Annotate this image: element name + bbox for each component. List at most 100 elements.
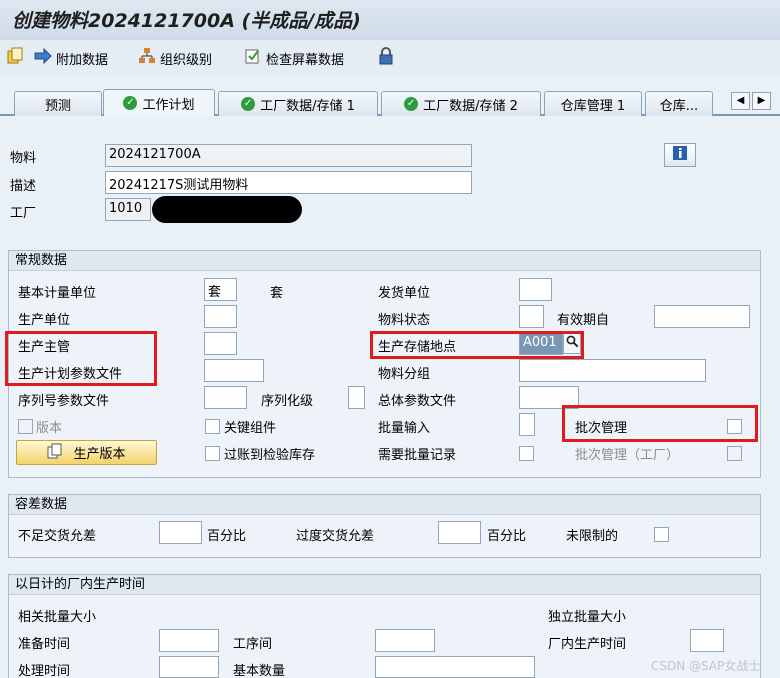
under-delivery-label: 不足交货允差 <box>18 529 97 544</box>
batch-record-label: 需要批量记录 <box>378 448 457 463</box>
over-delivery-field[interactable] <box>438 521 481 544</box>
lock-button[interactable] <box>377 47 395 69</box>
issue-unit-field[interactable] <box>519 278 552 301</box>
lot-dependent-label: 相关批量大小 <box>18 610 97 625</box>
unlimited-checkbox[interactable] <box>654 527 669 542</box>
pages-icon <box>47 443 63 463</box>
setup-time-field[interactable] <box>159 629 219 652</box>
tab-warehouse-more[interactable]: 仓库... <box>645 91 713 116</box>
description-field[interactable]: 20241217S测试用物料 <box>105 171 472 194</box>
material-group-label: 物料分组 <box>378 367 431 382</box>
batch-entry-label: 批量输入 <box>378 421 431 436</box>
tab-label: 仓库... <box>659 98 699 114</box>
serial-profile-label: 序列号参数文件 <box>18 394 110 409</box>
tab-label: 仓库管理 1 <box>560 98 626 114</box>
base-quantity-label: 基本数量 <box>233 664 286 678</box>
unlimited-label: 未限制的 <box>566 529 619 544</box>
description-label: 描述 <box>10 179 37 194</box>
version-label: 版本 <box>36 421 63 436</box>
check-screen-data-label: 检查屏幕数据 <box>266 52 345 68</box>
check-circle-icon: ✓ <box>404 97 419 111</box>
tab-plant-storage-2[interactable]: ✓ 工厂数据/存储 2 <box>381 91 541 116</box>
critical-part-checkbox[interactable] <box>205 419 220 434</box>
plant-field[interactable]: 1010 <box>105 198 151 221</box>
batch-entry-field[interactable] <box>519 413 535 436</box>
group-title: 常规数据 <box>9 251 760 271</box>
group-title: 以日计的厂内生产时间 <box>9 575 760 595</box>
prod-sched-profile-field[interactable] <box>204 359 264 382</box>
under-delivery-unit: 百分比 <box>207 529 247 544</box>
issue-unit-label: 发货单位 <box>378 286 431 301</box>
serialization-label: 序列化级 <box>261 394 314 409</box>
additional-data-button[interactable]: 附加数据 <box>34 47 108 69</box>
group-title: 容差数据 <box>9 495 760 515</box>
highlight-box <box>370 331 584 359</box>
processing-time-field[interactable] <box>159 656 219 678</box>
inhouse-prod-time-label: 厂内生产时间 <box>548 637 627 652</box>
org-levels-label: 组织级别 <box>160 52 213 68</box>
base-uom-field[interactable]: 套 <box>204 278 237 301</box>
serial-profile-field[interactable] <box>204 386 247 409</box>
watermark: CSDN @SAP女战士 <box>651 659 761 673</box>
post-to-inspection-label: 过账到检验库存 <box>224 448 316 463</box>
highlight-box <box>5 331 157 386</box>
org-levels-button[interactable]: 组织级别 <box>138 47 212 69</box>
triangle-right-icon: ▶ <box>757 95 766 106</box>
tab-plant-storage-1[interactable]: ✓ 工厂数据/存储 1 <box>218 91 378 116</box>
tolerance-data-group: 容差数据 <box>8 494 761 558</box>
batch-mgmt-plant-checkbox <box>727 446 742 461</box>
triangle-left-icon: ◀ <box>736 95 745 106</box>
redaction-mark <box>152 196 302 223</box>
material-status-field[interactable] <box>519 305 544 328</box>
over-delivery-unit: 百分比 <box>487 529 527 544</box>
post-to-inspection-checkbox[interactable] <box>205 446 220 461</box>
additional-data-label: 附加数据 <box>56 52 109 68</box>
prod-unit-field[interactable] <box>204 305 237 328</box>
plant-label: 工厂 <box>10 206 37 221</box>
base-quantity-field[interactable] <box>375 656 535 678</box>
check-icon <box>244 47 262 69</box>
tab-scroll-left-button[interactable]: ◀ <box>731 92 750 110</box>
valid-from-label: 有效期自 <box>557 313 610 328</box>
processing-time-label: 处理时间 <box>18 664 71 678</box>
batch-mgmt-plant-label: 批次管理（工厂） <box>575 448 680 463</box>
tab-warehouse-1[interactable]: 仓库管理 1 <box>544 91 642 116</box>
material-field[interactable]: 2024121700A <box>105 144 472 167</box>
material-group-field[interactable] <box>519 359 706 382</box>
tab-label: 工厂数据/存储 1 <box>260 98 355 114</box>
batch-record-checkbox[interactable] <box>519 446 534 461</box>
overall-profile-label: 总体参数文件 <box>378 394 457 409</box>
serialization-field[interactable] <box>348 386 365 409</box>
material-status-label: 物料状态 <box>378 313 431 328</box>
setup-time-label: 准备时间 <box>18 637 71 652</box>
production-versions-button[interactable]: 生产版本 <box>16 440 157 465</box>
tab-label: 工作计划 <box>142 97 195 113</box>
info-icon <box>672 145 688 165</box>
check-screen-data-button[interactable]: 检查屏幕数据 <box>244 47 344 69</box>
valid-from-field[interactable] <box>654 305 750 328</box>
tab-label: 预测 <box>44 98 71 114</box>
production-versions-label: 生产版本 <box>73 447 126 462</box>
tab-forecast[interactable]: 预测 <box>14 91 102 116</box>
pages-icon <box>6 47 24 69</box>
version-checkbox <box>18 419 33 434</box>
highlight-box <box>562 405 758 442</box>
base-uom-text: 套 <box>270 286 284 301</box>
arrow-right-icon <box>34 47 52 68</box>
interoperation-label: 工序间 <box>233 637 273 652</box>
interoperation-field[interactable] <box>375 629 435 652</box>
prod-supervisor-field[interactable] <box>204 332 237 355</box>
tab-scroll-right-button[interactable]: ▶ <box>752 92 771 110</box>
other-view-button[interactable] <box>6 47 24 69</box>
prod-unit-label: 生产单位 <box>18 313 71 328</box>
base-uom-label: 基本计量单位 <box>18 286 97 301</box>
lot-independent-label: 独立批量大小 <box>548 610 627 625</box>
under-delivery-field[interactable] <box>159 521 202 544</box>
window-title: 创建物料2024121700A (半成品/成品) <box>12 10 361 32</box>
over-delivery-label: 过度交货允差 <box>296 529 375 544</box>
check-circle-icon: ✓ <box>241 97 256 111</box>
critical-part-label: 关键组件 <box>224 421 277 436</box>
inhouse-prod-time-field[interactable] <box>690 629 724 652</box>
info-button[interactable] <box>664 143 696 167</box>
tab-work-scheduling[interactable]: ✓ 工作计划 <box>103 89 215 116</box>
